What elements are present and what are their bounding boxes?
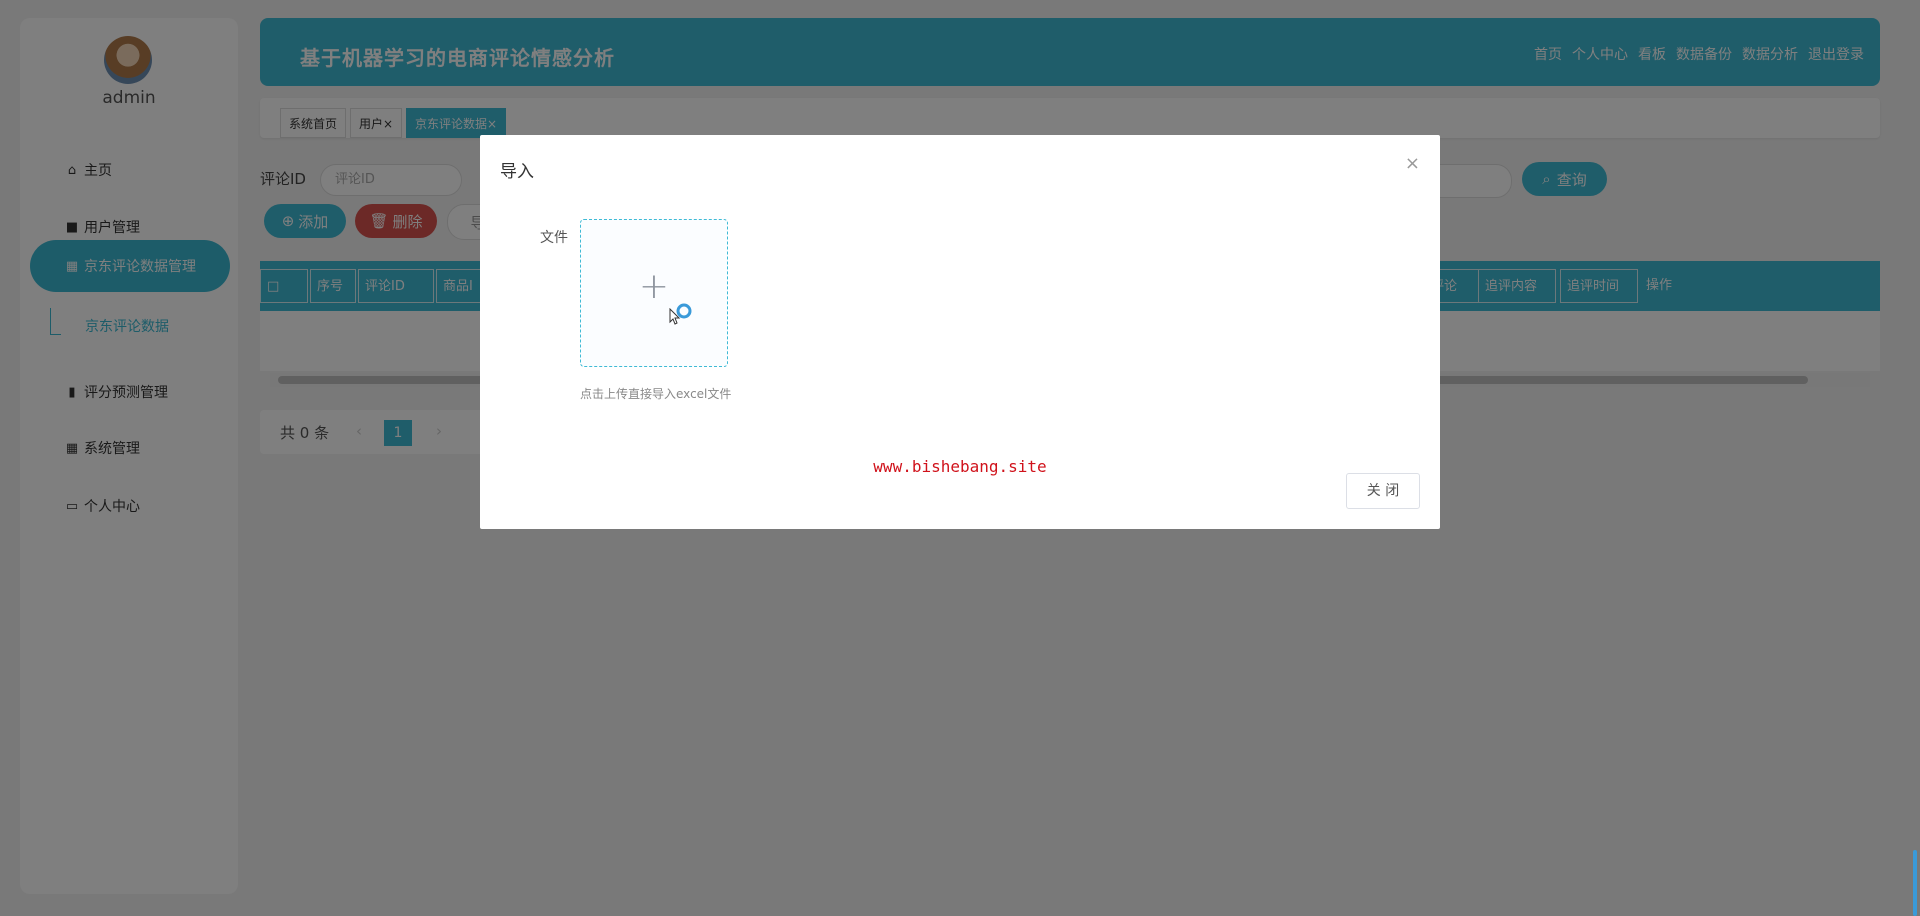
- upload-dropzone[interactable]: +: [580, 219, 728, 367]
- dialog-title: 导入: [500, 162, 534, 182]
- watermark-text: www.bishebang.site: [873, 457, 1047, 476]
- close-button[interactable]: 关 闭: [1346, 473, 1420, 509]
- plus-icon: +: [638, 266, 670, 307]
- close-icon[interactable]: ×: [1405, 153, 1420, 174]
- file-label: 文件: [540, 230, 568, 246]
- import-dialog: 导入 × 文件 + 点击上传直接导入excel文件 www.bishebang.…: [480, 135, 1440, 529]
- vertical-scrollbar[interactable]: [1910, 850, 1920, 916]
- upload-hint: 点击上传直接导入excel文件: [580, 387, 732, 401]
- loading-icon: [676, 303, 692, 319]
